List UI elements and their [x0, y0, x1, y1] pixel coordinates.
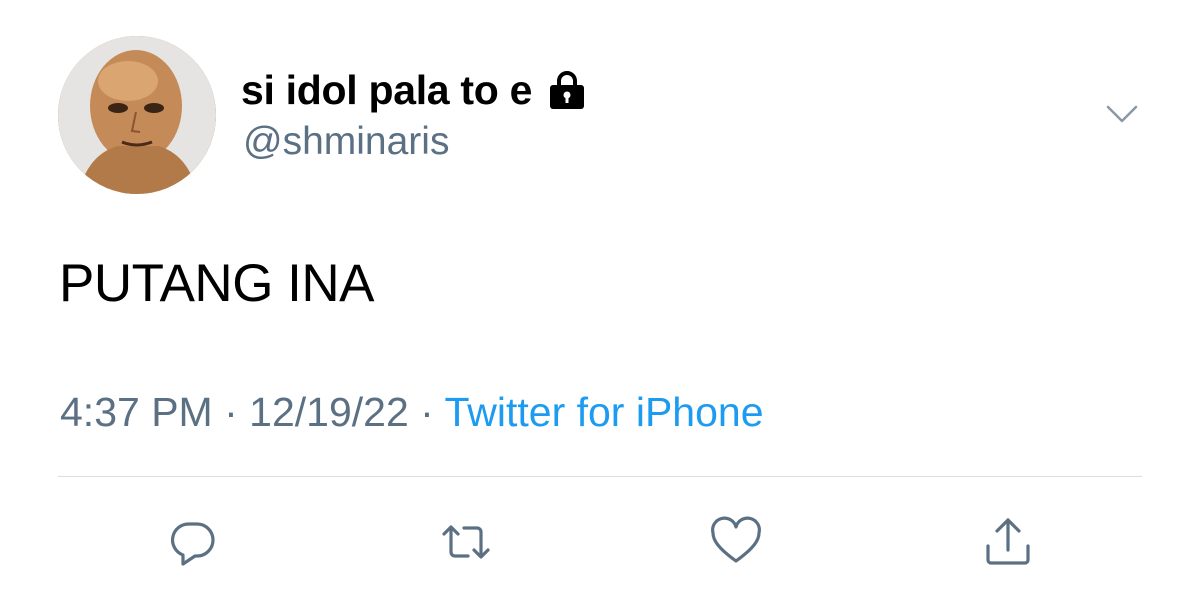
reply-icon — [170, 522, 215, 566]
divider — [58, 476, 1142, 477]
avatar-image — [58, 36, 216, 194]
reply-button[interactable] — [163, 512, 223, 572]
action-bar — [0, 512, 1200, 572]
lock-icon — [546, 69, 588, 111]
author-row: si idol pala to e — [241, 62, 588, 118]
display-name[interactable]: si idol pala to e — [241, 67, 532, 114]
tweet-time: 4:37 PM — [60, 389, 213, 435]
heart-icon — [711, 516, 761, 563]
tweet-card: si idol pala to e @shminaris PUTANG INA … — [0, 0, 1200, 605]
retweet-button[interactable] — [436, 512, 496, 572]
tweet-text: PUTANG INA — [59, 254, 375, 313]
avatar[interactable] — [58, 36, 216, 194]
tweet-source-link[interactable]: Twitter for iPhone — [444, 389, 763, 435]
meta-separator: · — [224, 389, 250, 435]
tweet-date: 12/19/22 — [249, 389, 409, 435]
author-handle[interactable]: @shminaris — [243, 120, 449, 164]
chevron-down-icon[interactable] — [1104, 100, 1140, 128]
tweet-meta: 4:37 PM · 12/19/22 · Twitter for iPhone — [60, 389, 764, 436]
share-button[interactable] — [978, 512, 1038, 572]
like-button[interactable] — [706, 512, 766, 572]
share-icon — [986, 518, 1030, 565]
meta-separator: · — [420, 389, 445, 435]
retweet-icon — [442, 525, 490, 559]
